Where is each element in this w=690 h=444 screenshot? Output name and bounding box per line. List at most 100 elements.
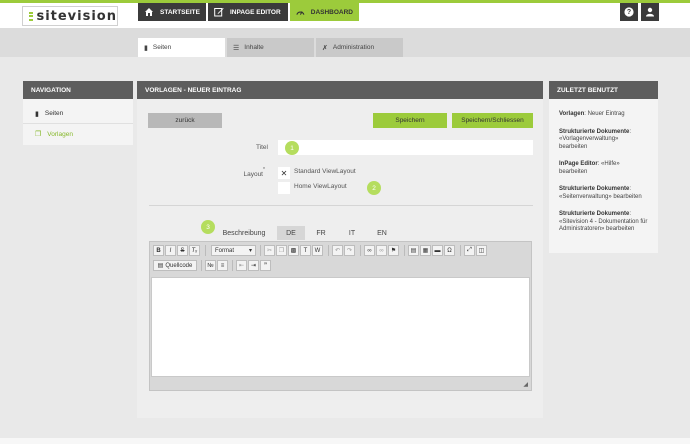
nav-item-seiten[interactable]: ▮ Seiten: [23, 104, 133, 124]
topnav-dashboard[interactable]: DASHBOARD: [290, 3, 359, 21]
layout-label: Layout: [243, 171, 263, 178]
unlink-icon[interactable]: ∞: [376, 245, 387, 256]
help-button[interactable]: ?: [620, 3, 638, 21]
footer: [0, 438, 690, 444]
section-divider: [149, 205, 533, 206]
user-button[interactable]: [641, 3, 659, 21]
layout-option-standard[interactable]: ✕: [278, 167, 290, 179]
blockquote-icon[interactable]: ”: [260, 260, 271, 271]
save-close-button[interactable]: Speichern/Schliessen: [452, 113, 533, 128]
lang-tab-en[interactable]: EN: [368, 226, 396, 240]
recent-panel: ZULETZT BENUTZT Vorlagen: Neuer Eintrag …: [549, 81, 658, 253]
home-icon: [145, 8, 153, 16]
main-title: VORLAGEN - NEUER EINTRAG: [137, 81, 543, 99]
list-icon: ☰: [233, 44, 240, 52]
rich-text-editor: B I S Tₓ Format ▾ ✂ ❐ ▩ T W ↶ ↷ ∞ ∞ ⚑ ▤ …: [149, 241, 532, 391]
editor-content-area[interactable]: [151, 277, 530, 377]
topnav-label-dashboard: DASHBOARD: [310, 8, 353, 16]
bulleted-list-icon[interactable]: ≡: [217, 260, 228, 271]
step-badge-2: 2: [367, 181, 381, 195]
user-icon: [646, 7, 654, 17]
lang-tab-de[interactable]: DE: [277, 226, 305, 240]
help-icon-glyph: ?: [626, 8, 632, 16]
paste-text-icon[interactable]: T: [300, 245, 311, 256]
step-badge-3: 3: [201, 220, 215, 234]
recent-entry[interactable]: Strukturierte Dokumente: «Vorlagenverwal…: [549, 129, 658, 152]
description-label: Beschreibung: [222, 229, 266, 237]
nav-label-seiten: Seiten: [44, 110, 64, 117]
paste-icon[interactable]: ▩: [288, 245, 299, 256]
tools-icon: ✗: [322, 44, 328, 52]
undo-icon[interactable]: ↶: [332, 245, 343, 256]
dashboard-gauge-icon: [296, 11, 305, 15]
lang-tab-it[interactable]: IT: [338, 226, 366, 240]
edit-icon: [214, 8, 224, 17]
logo-bars-icon: [29, 11, 34, 21]
page-icon: ▮: [35, 110, 39, 118]
link-icon[interactable]: ∞: [364, 245, 375, 256]
tab-label-administration: Administration: [332, 44, 375, 51]
chevron-down-icon: ▾: [248, 248, 252, 254]
title-input[interactable]: [278, 140, 533, 155]
recent-entry[interactable]: Vorlagen: Neuer Eintrag: [549, 111, 658, 119]
required-mark: *: [263, 167, 265, 173]
strikethrough-icon[interactable]: S: [177, 245, 188, 256]
tab-seiten[interactable]: ▮ Seiten: [138, 38, 225, 57]
page-icon: ▮: [144, 44, 148, 52]
navigation-panel: NAVIGATION ▮ Seiten ❐ Vorlagen: [23, 81, 133, 145]
lang-tab-fr[interactable]: FR: [307, 226, 335, 240]
copy-icon[interactable]: ❐: [276, 245, 287, 256]
sitevision-logo[interactable]: sitevision: [22, 6, 118, 26]
italic-icon[interactable]: I: [165, 245, 176, 256]
bold-icon[interactable]: B: [153, 245, 164, 256]
tab-inhalte[interactable]: ☰ Inhalte: [227, 38, 314, 57]
image-icon[interactable]: ▤: [408, 245, 419, 256]
tab-label-seiten: Seiten: [152, 44, 172, 51]
topnav-label-inpage-editor: INPAGE EDITOR: [230, 8, 281, 16]
tab-administration[interactable]: ✗ Administration: [316, 38, 403, 57]
indent-icon[interactable]: ⇥: [248, 260, 259, 271]
format-select[interactable]: Format ▾: [211, 245, 256, 256]
outdent-icon[interactable]: ⇤: [236, 260, 247, 271]
format-select-label: Format: [215, 247, 235, 254]
nav-item-vorlagen[interactable]: ❐ Vorlagen: [23, 124, 133, 144]
topnav-inpage-editor[interactable]: INPAGE EDITOR: [208, 3, 288, 21]
layout-option-standard-label: Standard ViewLayout: [294, 168, 356, 175]
recent-entry-type: Vorlagen: [559, 111, 585, 117]
special-char-omega-icon[interactable]: Ω: [444, 245, 455, 256]
recent-entry-type: InPage Editor: [559, 161, 598, 167]
step-badge-1: 1: [285, 141, 299, 155]
layout-option-home-label: Home ViewLayout: [294, 183, 347, 190]
recent-entry-type: Strukturierte Dokumente: [559, 186, 630, 192]
cut-icon[interactable]: ✂: [264, 245, 275, 256]
source-button[interactable]: ▤ Quellcode: [153, 260, 197, 271]
table-icon[interactable]: ▦: [420, 245, 431, 256]
back-button[interactable]: zurück: [148, 113, 222, 128]
remove-format-icon[interactable]: Tₓ: [189, 245, 200, 256]
recent-entry[interactable]: InPage Editor: «Hilfe» bearbeiten: [549, 161, 658, 176]
resize-handle-icon[interactable]: ◢: [523, 381, 528, 388]
numbered-list-icon[interactable]: №: [205, 260, 216, 271]
tab-label-inhalte: Inhalte: [244, 44, 264, 51]
recent-entry-text: : Neuer Eintrag: [584, 111, 625, 117]
source-button-label: Quellcode: [165, 262, 193, 269]
topnav-label-startseite: STARTSEITE: [160, 8, 200, 16]
title-label: Titel: [255, 144, 268, 151]
horizontal-line-icon[interactable]: ▬: [432, 245, 443, 256]
recent-entry[interactable]: Strukturierte Dokumente: «Sitevision 4 -…: [549, 211, 658, 234]
recent-title: ZULETZT BENUTZT: [549, 81, 658, 99]
paste-word-icon[interactable]: W: [312, 245, 323, 256]
redo-icon[interactable]: ↷: [344, 245, 355, 256]
maximize-icon[interactable]: ⤢: [464, 245, 475, 256]
source-icon: ▤: [157, 263, 164, 269]
template-icon: ❐: [35, 131, 42, 138]
navigation-title: NAVIGATION: [23, 81, 133, 99]
recent-entry[interactable]: Strukturierte Dokumente: «Seitenverwaltu…: [549, 186, 658, 201]
topnav-startseite[interactable]: STARTSEITE: [138, 3, 206, 21]
nav-label-vorlagen: Vorlagen: [47, 130, 73, 138]
save-button[interactable]: Speichern: [373, 113, 447, 128]
show-blocks-icon[interactable]: ◫: [476, 245, 487, 256]
anchor-flag-icon[interactable]: ⚑: [388, 245, 399, 256]
layout-option-home[interactable]: [278, 182, 290, 194]
recent-entry-type: Strukturierte Dokumente: [559, 128, 630, 135]
